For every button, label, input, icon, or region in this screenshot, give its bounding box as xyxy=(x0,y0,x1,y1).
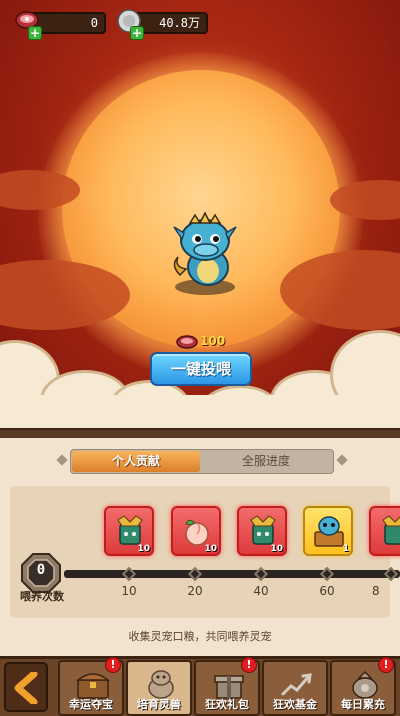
reward-slot[interactable]: 1 xyxy=(303,506,353,556)
back-button[interactable] xyxy=(4,662,48,712)
reward-qty: 10 xyxy=(137,544,150,554)
reward-slot[interactable] xyxy=(369,506,400,556)
reward-slot[interactable]: 10 xyxy=(171,506,221,556)
feed-count-value: 0 xyxy=(36,562,46,578)
dragon-pet[interactable] xyxy=(160,205,250,300)
dragon-chest-icon xyxy=(314,516,344,547)
nav-label: 培育灵兽 xyxy=(137,698,181,711)
reward-qty: 10 xyxy=(270,544,283,554)
nav-label: 狂欢礼包 xyxy=(205,698,249,711)
tab-server[interactable]: 全服进度 xyxy=(200,451,332,472)
alert-badge: ! xyxy=(105,657,121,673)
alert-badge: ! xyxy=(241,657,257,673)
feed-button[interactable]: 一键投喂 xyxy=(150,352,252,386)
reward-qty: 10 xyxy=(204,544,217,554)
meat-icon xyxy=(176,335,198,349)
milestone-label: 8 xyxy=(372,584,380,598)
feed-count-label: 喂养次数 xyxy=(20,590,64,603)
add-meat-button[interactable]: + xyxy=(28,26,42,40)
reward-slot[interactable]: 10 xyxy=(237,506,287,556)
feed-cost: 100 xyxy=(176,334,236,350)
nav-carnival-fund[interactable]: 狂欢基金 xyxy=(262,660,328,716)
hint-text: 收集灵宠口粮，共同喂养灵宠 xyxy=(128,630,272,643)
feed-cost-value: 100 xyxy=(200,334,226,348)
milestone-label: 40 xyxy=(253,584,269,598)
milestone-label: 60 xyxy=(319,584,335,598)
reward-qty: 1 xyxy=(342,544,349,554)
cloud-base xyxy=(0,395,400,430)
tab-personal[interactable]: 个人贡献 xyxy=(72,451,200,472)
nav-label: 狂欢基金 xyxy=(273,698,317,711)
feed-progress-bar xyxy=(64,570,400,578)
nav-label: 每日累充 xyxy=(341,698,385,711)
nav-label: 幸运夺宝 xyxy=(69,698,113,711)
jade-totem-icon xyxy=(117,515,143,545)
nav-breed-beast[interactable]: 培育灵兽 xyxy=(126,660,192,716)
alert-badge: ! xyxy=(378,657,394,673)
back-arrow-icon xyxy=(14,672,38,704)
reward-slot[interactable]: 10 xyxy=(104,506,154,556)
milestone-label: 20 xyxy=(187,584,203,598)
jade-totem-icon xyxy=(382,515,400,545)
add-coin-button[interactable]: + xyxy=(130,26,144,40)
jade-totem-icon xyxy=(250,515,276,545)
milestone-label: 10 xyxy=(121,584,137,598)
